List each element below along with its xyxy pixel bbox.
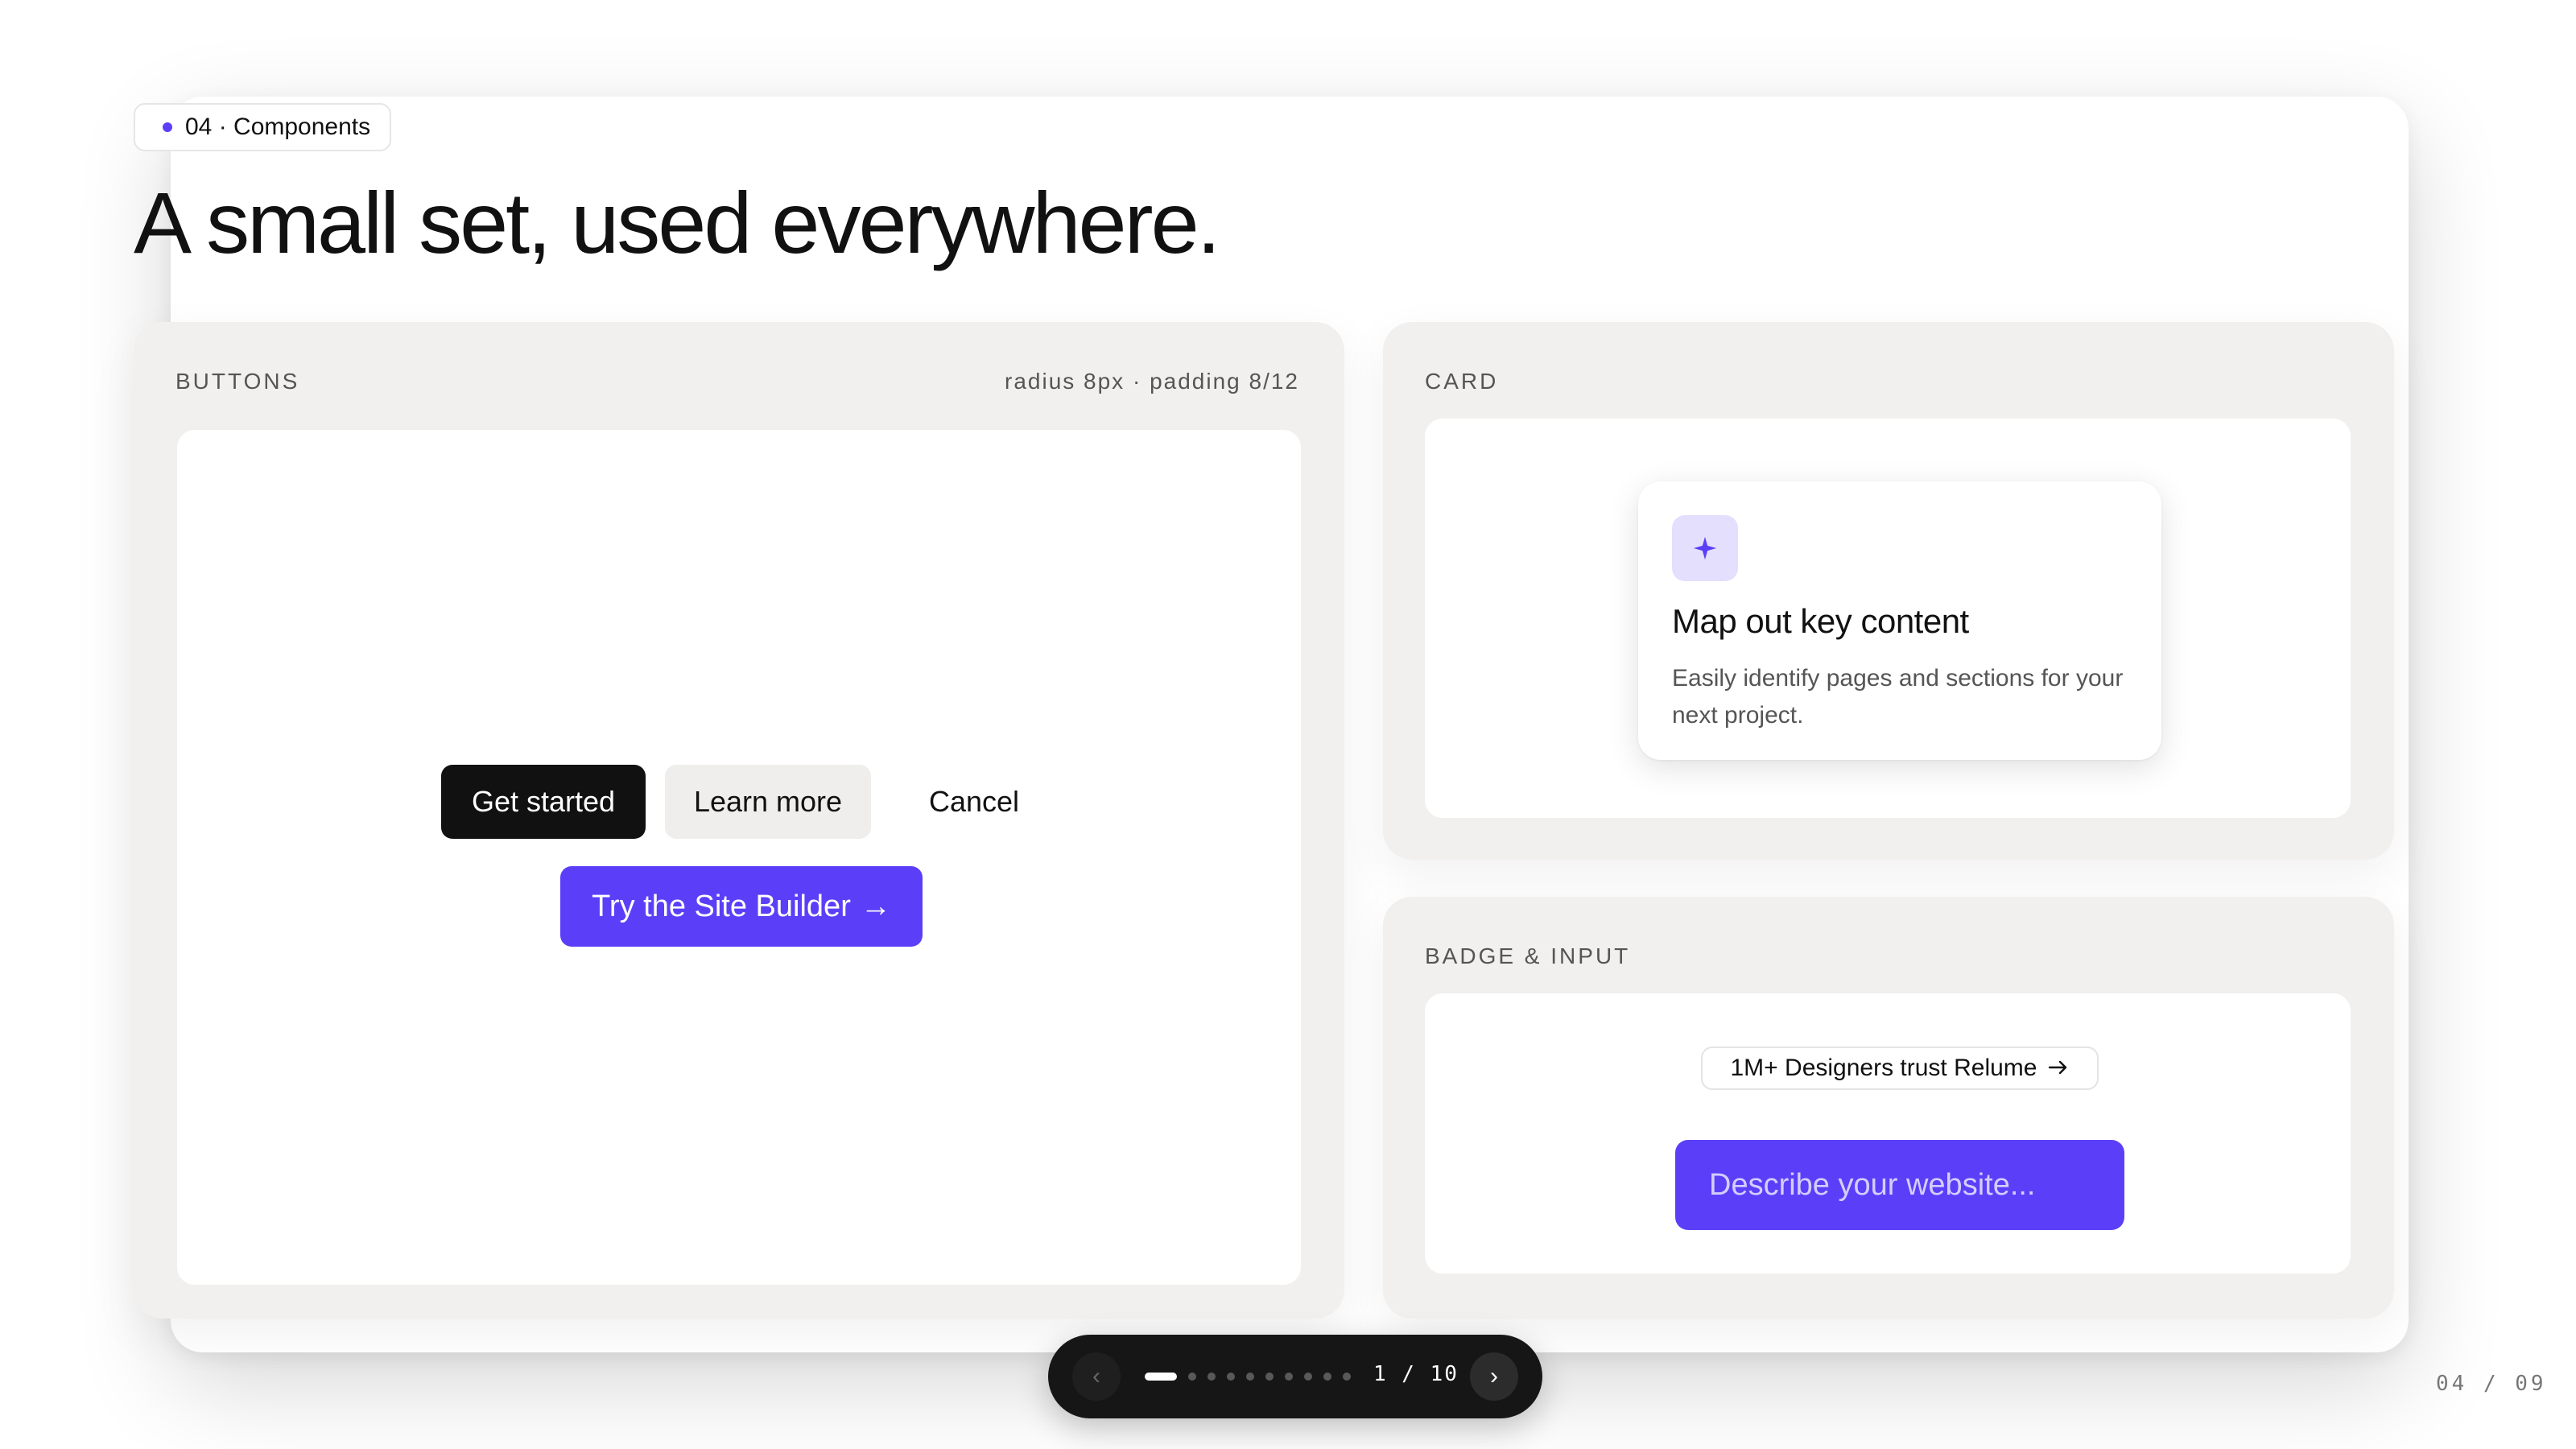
card-description: Easily identify pages and sections for y… <box>1672 665 2124 729</box>
pager-dot[interactable] <box>1304 1373 1312 1381</box>
pager-count: 1 / 10 <box>1373 1362 1459 1386</box>
pager-dot[interactable] <box>1145 1373 1177 1381</box>
cancel-button[interactable]: Cancel <box>887 765 1061 839</box>
trust-badge-text: 1M+ Designers trust Relume <box>1730 1055 2037 1081</box>
card-title: Map out key content <box>1672 602 1969 640</box>
section-eyebrow-badge: 04 · Components <box>134 103 392 151</box>
try-site-builder-button[interactable]: Try the Site Builder → <box>560 866 923 947</box>
page-title: A small set, used everywhere. <box>134 174 1221 271</box>
buttons-panel-meta: radius 8px · padding 8/12 <box>1005 369 1299 394</box>
arrow-right-icon <box>2048 1055 2069 1082</box>
pager-dot[interactable] <box>1208 1373 1216 1381</box>
try-site-builder-label: Try the Site Builder <box>592 889 851 923</box>
pager-dot[interactable] <box>1265 1373 1274 1381</box>
pager-dot[interactable] <box>1246 1373 1254 1381</box>
accent-dot-icon <box>163 122 172 132</box>
pager-dots <box>1145 1371 1351 1382</box>
pager-dot[interactable] <box>1188 1373 1196 1381</box>
buttons-panel-label: BUTTONS <box>175 369 300 394</box>
buttons-panel: BUTTONS radius 8px · padding 8/12 Get st… <box>134 322 1344 1319</box>
get-started-button[interactable]: Get started <box>441 765 646 839</box>
prev-slide-button[interactable]: ‹ <box>1072 1352 1121 1401</box>
pager-dot[interactable] <box>1343 1373 1351 1381</box>
feature-card[interactable]: Map out key content Easily identify page… <box>1638 481 2161 760</box>
pager-dot[interactable] <box>1323 1373 1331 1381</box>
badge-input-panel: BADGE & INPUT 1M+ Designers trust Relume <box>1383 897 2394 1319</box>
next-slide-button[interactable]: › <box>1470 1352 1518 1401</box>
slide-number: 04 / 09 <box>2436 1372 2547 1396</box>
trust-badge[interactable]: 1M+ Designers trust Relume <box>1701 1046 2099 1090</box>
sparkle-icon <box>1672 515 1738 581</box>
pager-dot[interactable] <box>1227 1373 1235 1381</box>
pager-dot[interactable] <box>1285 1373 1293 1381</box>
arrow-right-icon: → <box>860 889 891 923</box>
slide-pager: ‹ 1 / 10 › <box>1048 1335 1542 1418</box>
learn-more-button[interactable]: Learn more <box>665 765 871 839</box>
card-panel: CARD Map out key content Easily identify… <box>1383 322 2394 860</box>
card-panel-label: CARD <box>1425 369 1499 394</box>
badge-input-panel-label: BADGE & INPUT <box>1425 943 1631 968</box>
describe-website-input[interactable] <box>1675 1140 2124 1230</box>
card-preview-area: Map out key content Easily identify page… <box>1425 419 2351 818</box>
badge-input-preview-area: 1M+ Designers trust Relume <box>1425 993 2351 1274</box>
eyebrow-text: 04 · Components <box>185 114 371 140</box>
buttons-preview-area: Get started Learn more Cancel Try the Si… <box>177 430 1301 1285</box>
